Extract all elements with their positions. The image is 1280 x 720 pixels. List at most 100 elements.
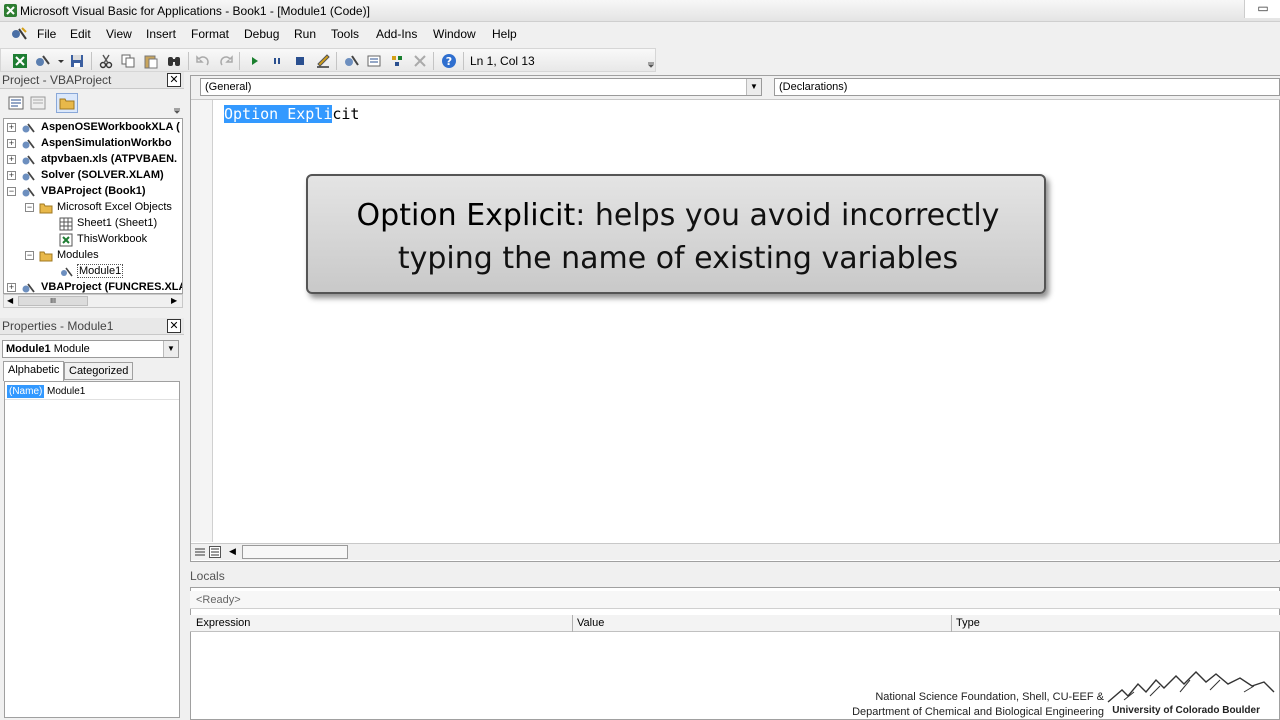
design-mode-icon[interactable]	[315, 53, 331, 69]
restore-window-button[interactable]: ▭	[1244, 0, 1280, 18]
insert-dropdown-icon[interactable]	[53, 53, 64, 69]
tree-item-aspensimulation[interactable]: + AspenSimulationWorkbo	[4, 136, 182, 152]
toggle-folders-button[interactable]	[56, 93, 78, 113]
project-tree-horizontal-scrollbar[interactable]: ◀ III ▶	[3, 294, 183, 308]
scroll-left-icon[interactable]: ◀	[7, 296, 13, 305]
tree-item-label: AspenOSEWorkbookXLA (	[41, 121, 180, 133]
view-excel-icon[interactable]	[12, 53, 28, 69]
tree-item-modules[interactable]: − Modules	[4, 248, 182, 264]
tree-item-funcres[interactable]: + VBAProject (FUNCRES.XLA	[4, 280, 182, 293]
property-value[interactable]: Module1	[47, 386, 85, 397]
collapse-icon[interactable]: −	[7, 187, 16, 196]
column-value[interactable]: Value	[577, 617, 604, 629]
toolbar-options-grip-icon[interactable]	[647, 53, 655, 69]
cut-icon[interactable]	[98, 53, 114, 69]
tree-item-aspenose[interactable]: + AspenOSEWorkbookXLA (	[4, 120, 182, 136]
expand-icon[interactable]: +	[7, 283, 16, 292]
menu-file[interactable]: File	[37, 27, 56, 41]
folder-open-icon	[39, 251, 53, 262]
folder-icon	[59, 98, 75, 110]
menu-view[interactable]: View	[106, 27, 132, 41]
object-combo[interactable]: (General) ▼	[200, 78, 762, 96]
menu-add-ins-label: Add-Ins	[376, 27, 418, 41]
annotation-callout: Option Explicit: helps you avoid incorre…	[306, 174, 1046, 294]
menu-format[interactable]: Format	[191, 27, 229, 41]
tree-item-module1[interactable]: Module1	[4, 264, 182, 280]
menu-help-label: Help	[492, 27, 517, 41]
toolbar-separator	[188, 52, 189, 70]
column-divider[interactable]	[572, 615, 573, 632]
scroll-thumb[interactable]	[242, 545, 348, 559]
scroll-left-icon[interactable]: ◀	[229, 546, 236, 557]
vba-project-icon	[22, 155, 35, 165]
properties-object-select[interactable]: Module1 Module ▼	[2, 340, 179, 358]
copy-icon[interactable]	[120, 53, 136, 69]
folder-open-icon	[39, 203, 53, 214]
tab-alphabetic[interactable]: Alphabetic	[3, 361, 65, 381]
redo-icon[interactable]	[218, 53, 234, 69]
procedure-view-icon[interactable]	[194, 546, 206, 558]
project-panel-close-button[interactable]: ✕	[167, 73, 181, 87]
code-editor-line[interactable]: Option Explicit	[224, 105, 359, 123]
project-tree[interactable]: + AspenOSEWorkbookXLA ( + AspenSimulatio…	[3, 118, 183, 294]
run-icon[interactable]	[247, 53, 263, 69]
save-icon[interactable]	[69, 53, 85, 69]
tree-item-label: Microsoft Excel Objects	[57, 201, 172, 213]
menu-tools[interactable]: Tools	[331, 27, 359, 41]
close-icon: ✕	[169, 320, 179, 332]
column-expression[interactable]: Expression	[196, 617, 250, 629]
chevron-down-icon[interactable]: ▼	[746, 79, 761, 95]
tree-item-thisworkbook[interactable]: ThisWorkbook	[4, 232, 182, 248]
insert-module-icon[interactable]	[34, 53, 50, 69]
break-icon[interactable]	[269, 53, 285, 69]
scroll-right-icon[interactable]: ▶	[171, 296, 177, 305]
menu-debug[interactable]: Debug	[244, 27, 279, 41]
tree-item-solver[interactable]: + Solver (SOLVER.XLAM)	[4, 168, 182, 184]
tree-item-excel-objects[interactable]: − Microsoft Excel Objects	[4, 200, 182, 216]
tree-item-vbaproject-book1[interactable]: − VBAProject (Book1)	[4, 184, 182, 200]
vba-system-menu-icon[interactable]	[10, 26, 28, 42]
properties-window-icon[interactable]	[366, 53, 382, 69]
menu-insert[interactable]: Insert	[146, 27, 176, 41]
paste-icon[interactable]	[143, 53, 159, 69]
collapse-icon[interactable]: −	[25, 251, 34, 260]
project-explorer-icon[interactable]	[343, 53, 359, 69]
panel-toolbar-grip-icon[interactable]	[172, 100, 182, 114]
expand-icon[interactable]: +	[7, 171, 16, 180]
chevron-down-icon[interactable]: ▼	[163, 341, 178, 357]
column-type[interactable]: Type	[956, 617, 980, 629]
object-browser-icon[interactable]	[389, 53, 405, 69]
reset-icon[interactable]	[292, 53, 308, 69]
code-horizontal-scrollbar[interactable]: ◀	[191, 543, 1280, 560]
menu-edit[interactable]: Edit	[70, 27, 91, 41]
tree-item-sheet1[interactable]: Sheet1 (Sheet1)	[4, 216, 182, 232]
column-divider[interactable]	[951, 615, 952, 632]
undo-icon[interactable]	[195, 53, 211, 69]
expand-icon[interactable]: +	[7, 155, 16, 164]
menu-help[interactable]: Help	[492, 27, 517, 41]
find-icon[interactable]	[166, 53, 182, 69]
menu-run[interactable]: Run	[294, 27, 316, 41]
toolbox-icon[interactable]	[412, 53, 428, 69]
tree-item-atpvbaen[interactable]: + atpvbaen.xls (ATPVBAEN.	[4, 152, 182, 168]
collapse-icon[interactable]: −	[25, 203, 34, 212]
toolbar-separator	[336, 52, 337, 70]
tree-item-label: VBAProject (Book1)	[41, 185, 146, 197]
tab-categorized[interactable]: Categorized	[64, 362, 134, 380]
properties-panel-close-button[interactable]: ✕	[167, 319, 181, 333]
expand-icon[interactable]: +	[7, 123, 16, 132]
expand-icon[interactable]: +	[7, 139, 16, 148]
full-module-view-icon[interactable]	[209, 546, 221, 558]
view-object-icon[interactable]	[30, 96, 46, 110]
scroll-thumb[interactable]: III	[18, 296, 88, 306]
menu-insert-label: Insert	[146, 27, 177, 41]
menu-window[interactable]: Window	[433, 27, 476, 41]
menu-add-ins[interactable]: Add-Ins	[376, 27, 417, 41]
property-row[interactable]: (Name) Module1	[5, 384, 179, 400]
menu-format-label: Format	[191, 27, 230, 41]
code-margin-indicator-bar[interactable]	[191, 100, 213, 542]
tree-item-label: Modules	[57, 249, 99, 261]
help-icon[interactable]: ?	[441, 53, 457, 69]
procedure-combo[interactable]: (Declarations)	[774, 78, 1280, 96]
view-code-icon[interactable]	[8, 96, 24, 110]
